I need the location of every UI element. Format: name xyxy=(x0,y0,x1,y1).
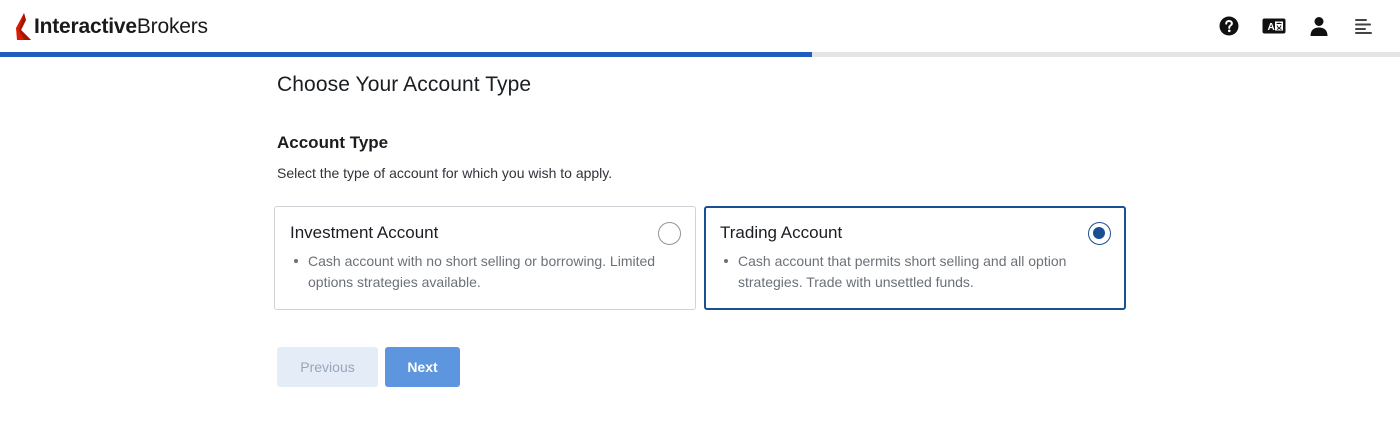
bullet-icon xyxy=(294,259,298,263)
progress-bar xyxy=(0,52,1400,57)
language-icon[interactable]: A xyxy=(1262,14,1286,38)
user-icon[interactable] xyxy=(1307,14,1331,38)
investment-account-option[interactable]: Investment Account Cash account with no … xyxy=(274,206,696,310)
option-description: Cash account that permits short selling … xyxy=(724,251,1108,293)
language-icon-letter: A xyxy=(1268,22,1275,33)
option-description-text: Cash account that permits short selling … xyxy=(738,253,1067,290)
logo-text-bold: Interactive xyxy=(34,15,137,38)
logo[interactable]: InteractiveBrokers xyxy=(14,12,208,42)
header-icons: A xyxy=(1196,14,1376,38)
page-title: Choose Your Account Type xyxy=(277,73,532,96)
radio-selected-dot xyxy=(1093,227,1105,239)
menu-icon[interactable] xyxy=(1352,14,1376,38)
logo-mark-icon xyxy=(16,13,31,40)
trading-account-radio[interactable] xyxy=(1088,222,1111,245)
option-description-text: Cash account with no short selling or bo… xyxy=(308,253,656,290)
bullet-icon xyxy=(724,259,728,263)
option-description: Cash account with no short selling or bo… xyxy=(294,251,678,293)
top-bar: InteractiveBrokers A xyxy=(0,0,1400,52)
section-title: Account Type xyxy=(277,133,389,152)
investment-account-radio[interactable] xyxy=(658,222,681,245)
section-description: Select the type of account for which you… xyxy=(277,165,613,181)
help-icon[interactable] xyxy=(1217,14,1241,38)
logo-text-light: Brokers xyxy=(136,15,208,38)
option-title: Trading Account xyxy=(720,223,843,242)
option-title: Investment Account xyxy=(290,223,439,242)
progress-bar-fill xyxy=(0,52,812,57)
logo-text: InteractiveBrokers xyxy=(34,15,208,39)
next-button[interactable]: Next xyxy=(385,347,460,387)
trading-account-option[interactable]: Trading Account Cash account that permit… xyxy=(704,206,1126,310)
previous-button[interactable]: Previous xyxy=(277,347,378,387)
